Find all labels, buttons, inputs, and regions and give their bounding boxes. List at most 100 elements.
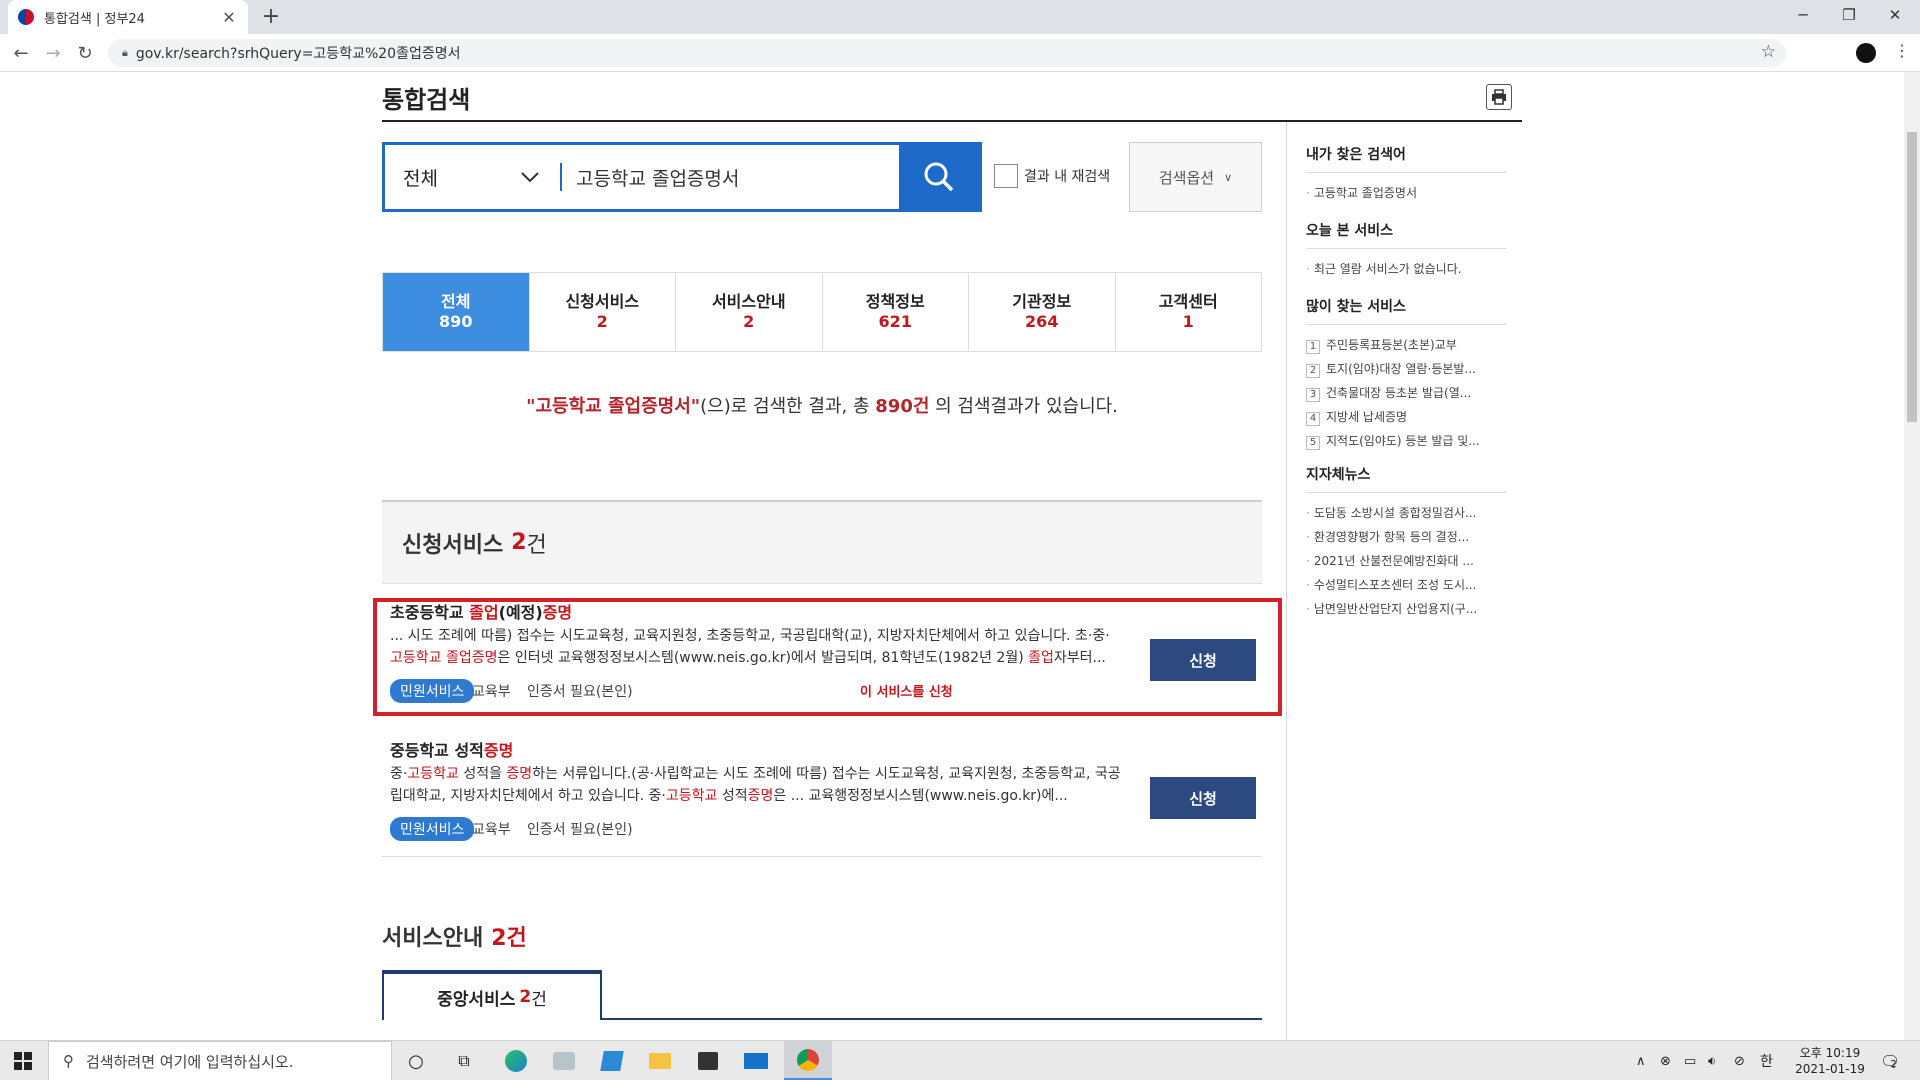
subtab-count: 2 xyxy=(519,987,532,1007)
forward-icon[interactable]: → xyxy=(40,40,66,66)
tab-agency-info[interactable]: 기관정보 264 xyxy=(969,273,1116,351)
tab-central-service[interactable]: 중앙서비스 2 건 xyxy=(382,970,602,1020)
desc-highlight: 고등학교 xyxy=(407,766,459,782)
apply-button[interactable]: 신청 xyxy=(1150,777,1256,819)
item-label: 지방세 납세증명 xyxy=(1326,410,1408,424)
notification-button[interactable]: 🗨︎ 2 xyxy=(1880,1041,1900,1080)
window-maximize-button[interactable]: ❐ xyxy=(1826,0,1872,30)
mail-icon[interactable] xyxy=(736,1041,776,1080)
windows-start-icon[interactable] xyxy=(0,1041,46,1080)
item-label: 환경영향평가 항목 등의 결정... xyxy=(1313,530,1470,544)
window-minimize-button[interactable]: ─ xyxy=(1780,0,1826,30)
search-button[interactable] xyxy=(899,145,979,209)
tab-customer-center[interactable]: 고객센터 1 xyxy=(1116,273,1262,351)
new-tab-button[interactable]: + xyxy=(258,4,284,29)
network-error-icon[interactable]: ⊗ xyxy=(1660,1041,1671,1080)
popular-item[interactable]: 4 지방세 납세증명 xyxy=(1306,405,1506,429)
popular-item[interactable]: 2 토지(임야)대장 열람·등본발... xyxy=(1306,357,1506,381)
tab-all[interactable]: 전체 890 xyxy=(383,273,530,351)
page-scrollbar[interactable] xyxy=(1904,72,1920,1040)
ime-off-icon[interactable]: ⊘ xyxy=(1734,1041,1745,1080)
desc-part: 성적을 xyxy=(458,766,507,782)
popular-item[interactable]: 5 지적도(임야도) 등본 발급 및... xyxy=(1306,429,1506,453)
tab-count: 890 xyxy=(439,312,473,331)
address-bar[interactable]: 🔒︎ gov.kr/search?srhQuery=고등학교%20졸업증명서 ☆ xyxy=(108,39,1786,67)
search-input[interactable]: 고등학교 졸업증명서 xyxy=(562,145,899,209)
tab-label: 서비스안내 xyxy=(711,292,786,311)
section-title: 서비스안내 xyxy=(382,926,484,951)
taskbar-search-box[interactable]: ⚲ 검색하려면 여기에 입력하십시오. xyxy=(48,1041,392,1080)
file-explorer-icon[interactable] xyxy=(640,1041,680,1080)
popular-item[interactable]: 3 건축물대장 등초본 발급(열... xyxy=(1306,381,1506,405)
windows-taskbar: ⚲ 검색하려면 여기에 입력하십시오. ○ ⧉ ∧ ⊗ ▭ 🔉︎ ⊘ 한 오후 … xyxy=(0,1040,1920,1080)
rank-number: 4 xyxy=(1306,412,1320,426)
subtab-unit: 건 xyxy=(531,989,547,1010)
search-scope-value: 전체 xyxy=(403,167,438,190)
back-icon[interactable]: ← xyxy=(8,40,34,66)
reload-icon[interactable]: ↻ xyxy=(72,40,98,66)
item-label: 도담동 소방시설 종합정밀검사... xyxy=(1313,506,1477,520)
search-scope-select[interactable]: 전체 xyxy=(385,145,560,209)
store-app-icon[interactable] xyxy=(592,1041,632,1080)
edge-icon[interactable] xyxy=(496,1041,536,1080)
system-clock[interactable]: 오후 10:19 2021-01-19 xyxy=(1790,1045,1870,1077)
print-button[interactable] xyxy=(1486,84,1512,110)
desc-part: 은 ... 교육행정정보시스템(www.neis.go.kr)에... xyxy=(773,788,1068,804)
tab-count: 2 xyxy=(596,312,608,331)
search-options-button[interactable]: 검색옵션 ∨ xyxy=(1129,142,1262,212)
url-text: gov.kr/search?srhQuery=고등학교%20졸업증명서 xyxy=(135,46,461,62)
news-item[interactable]: · 환경영향평가 항목 등의 결정... xyxy=(1306,525,1506,549)
tab-service-guide[interactable]: 서비스안내 2 xyxy=(676,273,823,351)
category-tabs: 전체 890 신청서비스 2 서비스안내 2 정책정보 621 기관정보 264 고객센터… xyxy=(382,272,1262,352)
subtab-label: 중앙서비스 xyxy=(437,989,516,1010)
menu-kebab-icon[interactable]: ⋮ xyxy=(1894,41,1910,60)
item-label: 토지(임야)대장 열람·등본발... xyxy=(1326,362,1476,376)
ime-indicator[interactable]: 한 xyxy=(1760,1041,1773,1080)
desc-highlight: 고등학교 xyxy=(665,788,718,804)
summary-keyword: "고등학교 졸업증명서" xyxy=(526,396,701,417)
tab-apply-service[interactable]: 신청서비스 2 xyxy=(530,273,676,351)
cortana-icon[interactable]: ○ xyxy=(400,1041,432,1080)
recheck-label: 결과 내 재검색 xyxy=(1024,169,1111,185)
rank-number: 5 xyxy=(1306,436,1320,450)
print-icon xyxy=(1492,89,1506,105)
browser-tab[interactable]: 통합검색 | 정부24 ✕ xyxy=(8,0,248,34)
volume-icon[interactable]: 🔉︎ xyxy=(1708,1041,1716,1080)
chrome-icon[interactable] xyxy=(784,1041,832,1080)
tab-label: 정책정보 xyxy=(865,292,925,311)
popular-services-block: 많이 찾는 서비스 1 주민등록표등본(초본)교부 2 토지(임야)대장 열람·등본… xyxy=(1306,296,1506,453)
tray-chevron-icon[interactable]: ∧ xyxy=(1636,1041,1646,1080)
task-view-icon[interactable]: ⧉ xyxy=(448,1041,480,1080)
news-item[interactable]: · 수성멀티스포츠센터 조성 도시... xyxy=(1306,573,1506,597)
news-item[interactable]: · 남면일반산업단지 산업용지(구... xyxy=(1306,597,1506,621)
my-search-item[interactable]: · 고등학교 졸업증명서 xyxy=(1306,181,1506,205)
lock-icon: 🔒︎ xyxy=(122,46,128,59)
tab-close-icon[interactable]: ✕ xyxy=(220,8,238,27)
section-count: 2 xyxy=(511,530,527,555)
news-item[interactable]: · 2021년 산불전문예방진화대 ... xyxy=(1306,549,1506,573)
item-label: 고등학교 졸업증명서 xyxy=(1313,186,1418,200)
app-icon[interactable] xyxy=(544,1041,584,1080)
tab-title: 통합검색 | 정부24 xyxy=(44,11,145,27)
tab-policy-info[interactable]: 정책정보 621 xyxy=(823,273,969,351)
section-title: 신청서비스 xyxy=(402,532,504,558)
window-close-button[interactable]: ✕ xyxy=(1872,0,1918,30)
result-title[interactable]: 중등학교 성적증명 xyxy=(390,737,513,761)
news-item[interactable]: · 도담동 소방시설 종합정밀검사... xyxy=(1306,501,1506,525)
result-summary: "고등학교 졸업증명서"(으)로 검색한 결과, 총 890건 의 검색결과가 … xyxy=(382,392,1262,418)
browser-tab-strip: 통합검색 | 정부24 ✕ + ─ ❐ ✕ xyxy=(0,0,1920,34)
recheck-checkbox[interactable] xyxy=(994,164,1018,188)
summary-text: (으)로 검색한 결과, 총 xyxy=(700,396,876,417)
page-title: 통합검색 xyxy=(382,86,471,114)
bookmark-star-icon[interactable]: ☆ xyxy=(1761,42,1776,62)
profile-avatar[interactable] xyxy=(1856,43,1876,63)
section-unit: 건 xyxy=(526,532,547,558)
recheck-option[interactable]: 결과 내 재검색 xyxy=(994,164,1110,188)
network-icon[interactable]: ▭ xyxy=(1684,1041,1696,1080)
title-highlight: 증명 xyxy=(483,741,514,760)
page-content: 통합검색 전체 고등학교 졸업증명서 결과 내 재검색 검색옵션 ∨ 전체 890… xyxy=(0,72,1904,1040)
microsoft-store-icon[interactable] xyxy=(688,1041,728,1080)
item-label: 최근 열람 서비스가 없습니다. xyxy=(1313,262,1462,276)
scrollbar-thumb[interactable] xyxy=(1907,132,1917,422)
popular-item[interactable]: 1 주민등록표등본(초본)교부 xyxy=(1306,333,1506,357)
